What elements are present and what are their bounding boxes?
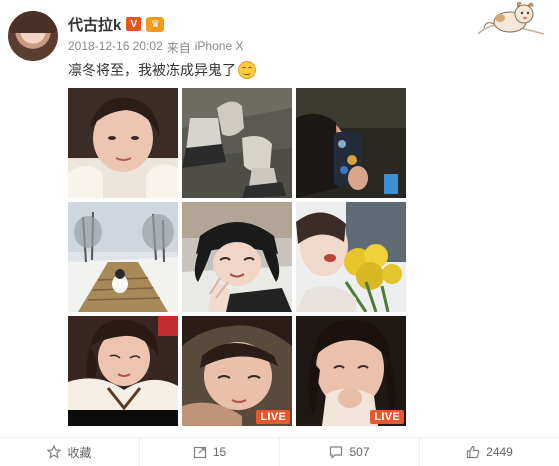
live-badge: LIVE (256, 410, 290, 424)
thumbs-up-icon (467, 445, 480, 459)
comment-count: 507 (349, 445, 370, 459)
source-prefix: 来自 (166, 41, 191, 55)
action-bar: 收藏 15 507 2449 (0, 437, 559, 466)
dog-mascot-icon (477, 2, 545, 35)
grin-emoji-icon (238, 61, 256, 79)
photo-5[interactable] (182, 202, 292, 312)
photo-4[interactable] (68, 202, 178, 312)
like-count: 2449 (486, 445, 513, 459)
photo-6[interactable] (296, 202, 406, 312)
photo-1[interactable] (68, 88, 178, 198)
verified-badge-icon: V (126, 17, 142, 31)
repost-count: 15 (212, 445, 227, 459)
comment-button[interactable]: 507 (280, 438, 420, 466)
like-button[interactable]: 2449 (420, 438, 559, 466)
repost-icon (193, 446, 206, 459)
comment-icon (330, 446, 343, 459)
avatar[interactable] (8, 11, 58, 61)
star-icon (47, 445, 62, 459)
photo-3[interactable] (296, 88, 406, 198)
member-crown-icon[interactable]: ♛ (146, 16, 165, 32)
source-device[interactable]: iPhone X (195, 39, 244, 56)
favorite-button[interactable]: 收藏 (0, 438, 140, 466)
post-meta: 2018-12-16 20:02 来自 iPhone X (68, 39, 243, 56)
username-row: 代古拉k V ♛ (68, 14, 165, 35)
post-text-content: 凛冬将至，我被冻成异鬼了 (68, 62, 236, 78)
photo-2[interactable] (182, 88, 292, 198)
photo-7[interactable] (68, 316, 178, 426)
repost-button[interactable]: 15 (140, 438, 280, 466)
photo-9[interactable]: LIVE (296, 316, 406, 426)
timestamp[interactable]: 2018-12-16 20:02 (68, 39, 163, 56)
live-badge: LIVE (370, 410, 404, 424)
post-text: 凛冬将至，我被冻成异鬼了 (68, 60, 256, 80)
favorite-label: 收藏 (67, 445, 92, 460)
photo-grid: LIVE LIVE (68, 88, 406, 426)
username[interactable]: 代古拉k (68, 14, 121, 35)
photo-8[interactable]: LIVE (182, 316, 292, 426)
